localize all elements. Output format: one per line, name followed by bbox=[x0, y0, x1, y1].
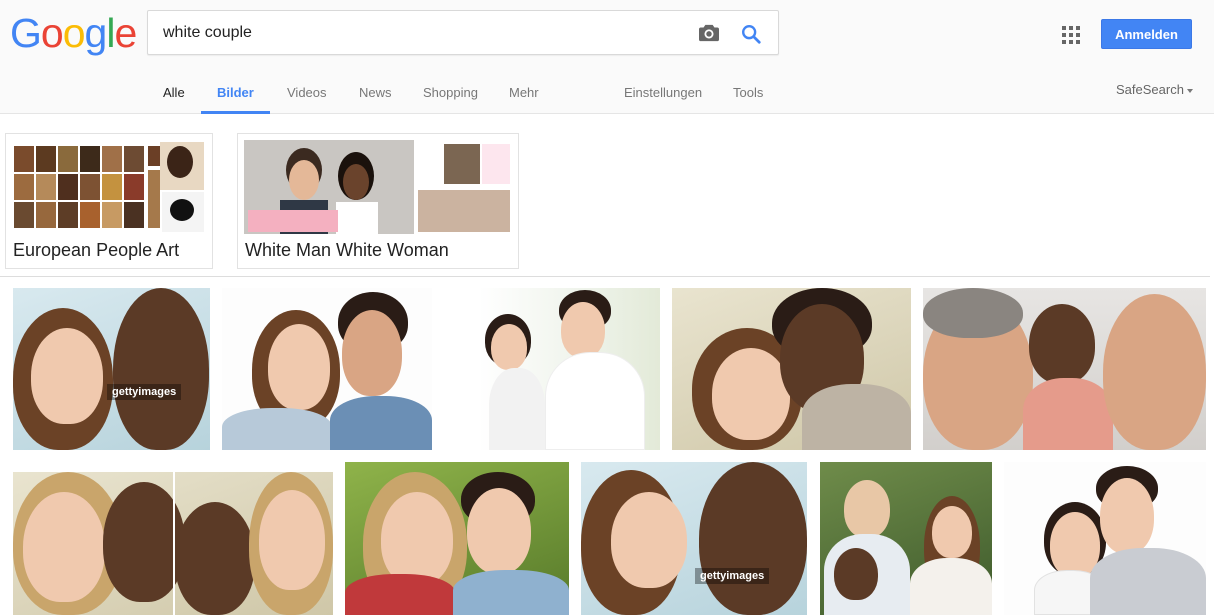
face-shape bbox=[467, 488, 531, 574]
tab-tools[interactable]: Tools bbox=[733, 83, 763, 117]
chevron-down-icon bbox=[1186, 88, 1193, 93]
face-shape bbox=[932, 506, 972, 558]
logo-letter: o bbox=[62, 10, 86, 56]
related-thumbnail bbox=[12, 140, 206, 234]
face-shape bbox=[1103, 294, 1206, 450]
result-image[interactable]: gettyimages bbox=[13, 288, 210, 450]
face-shape bbox=[268, 324, 330, 410]
related-card-white-man-white-woman[interactable]: White Man White Woman bbox=[237, 133, 519, 269]
search-icon[interactable] bbox=[740, 23, 762, 45]
shirt-shape bbox=[1023, 378, 1113, 450]
logo-letter: e bbox=[114, 10, 137, 56]
search-box[interactable] bbox=[147, 10, 779, 55]
face-shape bbox=[1100, 478, 1154, 554]
shirt-shape bbox=[545, 352, 645, 450]
face-shape bbox=[834, 548, 878, 600]
watermark: gettyimages bbox=[695, 568, 770, 584]
divider bbox=[173, 472, 175, 615]
art-collage-image bbox=[12, 140, 206, 234]
shirt-shape bbox=[222, 408, 332, 450]
result-image[interactable] bbox=[1004, 462, 1206, 615]
related-thumbnail bbox=[244, 140, 512, 234]
face-shape bbox=[342, 310, 402, 396]
divider bbox=[0, 276, 1210, 277]
face-shape bbox=[381, 492, 453, 586]
google-logo[interactable]: Google bbox=[10, 10, 137, 56]
watermark: gettyimages bbox=[107, 384, 182, 400]
face-shape bbox=[611, 492, 687, 588]
tab-news[interactable]: News bbox=[359, 83, 392, 117]
face-shape bbox=[699, 462, 807, 615]
face-shape bbox=[259, 490, 325, 590]
shirt-shape bbox=[1090, 548, 1206, 615]
result-image[interactable] bbox=[479, 288, 660, 450]
scarf-shape bbox=[802, 384, 911, 450]
shirt-shape bbox=[910, 558, 992, 615]
face-shape bbox=[23, 492, 105, 602]
logo-letter: G bbox=[10, 10, 42, 56]
face-shape bbox=[844, 480, 890, 538]
result-image[interactable] bbox=[820, 462, 992, 615]
couple-collage-image bbox=[244, 140, 512, 234]
search-input[interactable] bbox=[163, 11, 683, 54]
safesearch-label: SafeSearch bbox=[1116, 82, 1184, 97]
camera-icon[interactable] bbox=[698, 23, 720, 43]
signin-button[interactable]: Anmelden bbox=[1101, 19, 1192, 49]
face-shape bbox=[113, 288, 209, 450]
apps-grid-icon[interactable] bbox=[1062, 26, 1080, 44]
face-shape bbox=[175, 502, 255, 615]
shirt-shape bbox=[453, 570, 569, 615]
result-image[interactable] bbox=[345, 462, 569, 615]
shirt-shape bbox=[345, 574, 455, 615]
face-shape bbox=[561, 302, 605, 358]
result-image[interactable] bbox=[923, 288, 1206, 450]
tab-settings[interactable]: Einstellungen bbox=[624, 83, 702, 117]
hair-shape bbox=[923, 288, 1023, 338]
related-card-european-people-art[interactable]: European People Art bbox=[5, 133, 213, 269]
face-shape bbox=[31, 328, 103, 424]
face-shape bbox=[491, 324, 527, 370]
result-image[interactable] bbox=[13, 472, 333, 615]
logo-letter: g bbox=[84, 10, 108, 56]
face-shape bbox=[1029, 304, 1095, 384]
result-image[interactable] bbox=[672, 288, 911, 450]
tab-shopping[interactable]: Shopping bbox=[423, 83, 478, 117]
result-image[interactable]: gettyimages bbox=[581, 462, 807, 615]
related-label: White Man White Woman bbox=[245, 240, 449, 260]
header: Google Anmelden Alle Bilder Videos News … bbox=[0, 0, 1214, 114]
logo-letter: o bbox=[40, 10, 64, 56]
logo-letter: l bbox=[106, 10, 115, 56]
tab-videos[interactable]: Videos bbox=[287, 83, 327, 117]
shirt-shape bbox=[489, 368, 545, 450]
tab-all[interactable]: Alle bbox=[163, 83, 185, 117]
tab-images[interactable]: Bilder bbox=[201, 83, 270, 114]
result-image[interactable] bbox=[222, 288, 432, 450]
tab-more[interactable]: Mehr bbox=[509, 83, 539, 117]
related-label: European People Art bbox=[13, 240, 180, 260]
face-shape bbox=[712, 348, 790, 440]
shirt-shape bbox=[330, 396, 432, 450]
safesearch-toggle[interactable]: SafeSearch bbox=[1116, 82, 1193, 97]
